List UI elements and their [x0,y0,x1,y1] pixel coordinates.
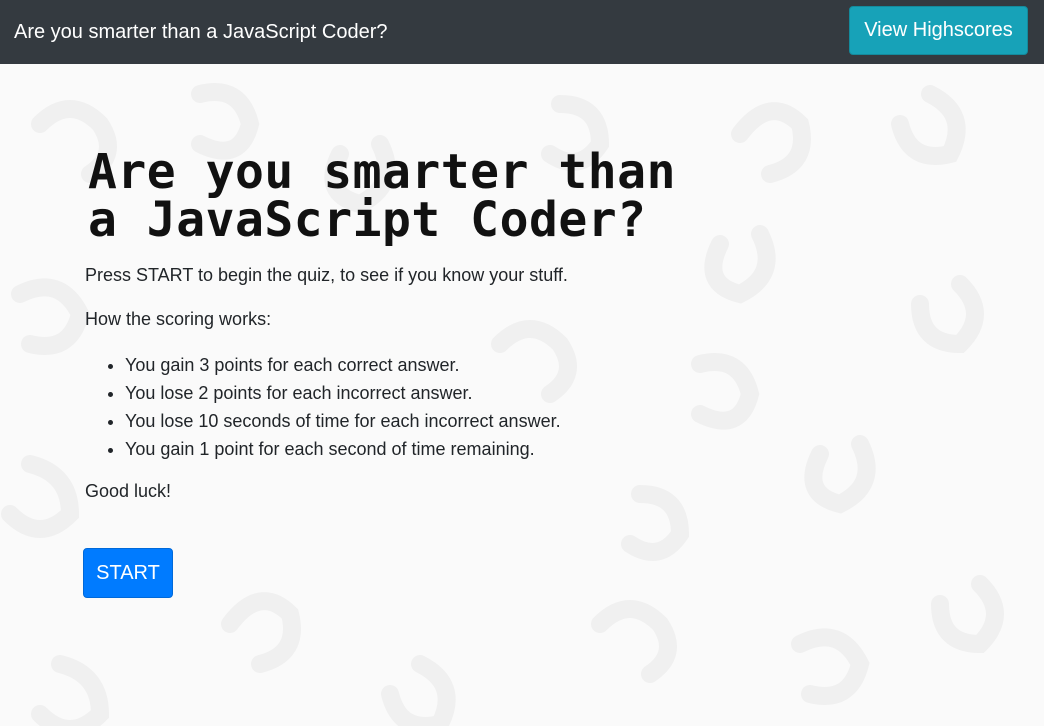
page-title: Are you smarter than a JavaScript Coder? [88,148,968,244]
good-luck-text: Good luck! [85,481,172,501]
top-navbar: Are you smarter than a JavaScript Coder?… [0,0,1044,64]
page-title-line-2: a JavaScript Coder? [88,192,647,248]
scoring-rule: You gain 1 point for each second of time… [125,435,561,463]
intro-text: Press START to begin the quiz, to see if… [85,265,568,285]
quiz-intro: Are you smarter than a JavaScript Coder?… [0,64,1044,726]
start-button[interactable]: START [83,548,173,598]
scoring-rule: You gain 3 points for each correct answe… [125,351,561,379]
scoring-rules-list: You gain 3 points for each correct answe… [85,351,561,463]
page-title-line-1: Are you smarter than [88,144,676,200]
scoring-heading: How the scoring works: [85,309,272,329]
view-highscores-button[interactable]: View Highscores [849,6,1028,55]
navbar-brand[interactable]: Are you smarter than a JavaScript Coder? [14,19,388,45]
scoring-rule: You lose 2 points for each incorrect ans… [125,379,561,407]
scoring-rule: You lose 10 seconds of time for each inc… [125,407,561,435]
